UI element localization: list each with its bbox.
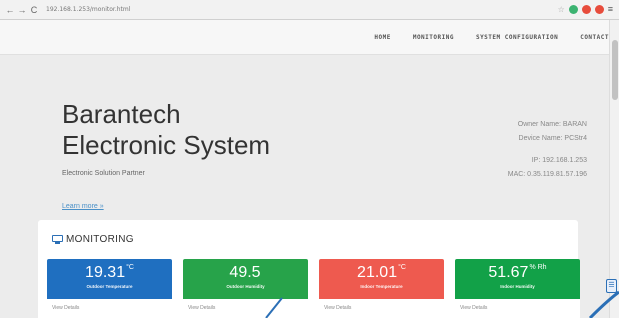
browser-menu-icon[interactable]: ≡ [608,4,613,14]
monitoring-title: MONITORING [66,234,134,245]
outdoor-humidity-card: 49.5 Outdoor Humidity View Details [183,259,308,318]
card-value: 49.5 [229,264,261,281]
outdoor-temperature-card: 19.31°C Outdoor Temperature View Details [47,259,172,318]
hero-section: Barantech Electronic System Electronic S… [0,55,619,225]
feedback-icon[interactable]: ☰ [606,279,617,293]
card-header: 19.31°C Outdoor Temperature [47,259,172,299]
extension-green-icon[interactable] [568,4,578,14]
tagline: Electronic Solution Partner [62,170,145,177]
card-value: 51.67 [488,264,529,281]
vertical-scrollbar[interactable] [609,20,619,318]
card-label: Outdoor Humidity [226,284,265,289]
indoor-temperature-card: 21.01°C Indoor Temperature View Details [319,259,444,318]
nav-home[interactable]: HOME [374,34,390,41]
card-unit: °C [126,264,134,271]
owner-name: Owner Name: BARAN [517,121,587,128]
ip-address: IP: 192.168.1.253 [531,157,587,164]
view-details-link[interactable]: View Details [319,299,444,318]
forward-button[interactable]: → [16,4,28,16]
nav-monitoring[interactable]: MONITORING [413,34,454,41]
extension-red-icon[interactable] [581,4,591,14]
indoor-humidity-card: 51.67% Rh Indoor Humidity View Details [455,259,580,318]
monitor-icon [52,235,63,244]
card-label: Indoor Temperature [360,284,403,289]
scrollbar-thumb[interactable] [612,40,618,100]
back-button[interactable]: ← [4,4,16,16]
card-value: 19.31 [85,264,126,281]
card-unit: % Rh [529,264,547,271]
card-unit: °C [398,264,406,271]
address-bar[interactable]: 192.168.1.253/monitor.html [46,6,130,13]
bookmark-star-icon[interactable]: ☆ [558,5,565,14]
reload-button[interactable]: C [28,4,40,16]
browser-toolbar: ← → C 192.168.1.253/monitor.html ☆ ≡ [0,0,619,20]
card-label: Outdoor Temperature [86,284,133,289]
learn-more-link[interactable]: Learn more » [62,203,104,210]
device-name: Device Name: PCStr4 [518,135,587,142]
brand-title-line2: Electronic System [62,130,271,160]
card-value: 21.01 [357,264,398,281]
monitoring-panel: MONITORING 19.31°C Outdoor Temperature V… [38,220,580,318]
card-header: 51.67% Rh Indoor Humidity [455,259,580,299]
card-header: 21.01°C Indoor Temperature [319,259,444,299]
top-navigation: HOME MONITORING SYSTEM CONFIGURATION CON… [0,20,619,55]
monitoring-heading: MONITORING [52,234,134,245]
page-content: HOME MONITORING SYSTEM CONFIGURATION CON… [0,20,619,318]
brand-title-line1: Barantech [62,99,181,129]
sensor-cards: 19.31°C Outdoor Temperature View Details… [47,259,580,318]
brand-title: Barantech Electronic System [62,99,270,161]
extension-red-icon-2[interactable] [594,4,604,14]
mac-address: MAC: 0.35.119.81.57.196 [507,171,587,178]
view-details-link[interactable]: View Details [455,299,580,318]
browser-extensions: ☆ ≡ [558,4,613,14]
view-details-link[interactable]: View Details [183,299,308,318]
card-header: 49.5 Outdoor Humidity [183,259,308,299]
nav-system-configuration[interactable]: SYSTEM CONFIGURATION [476,34,558,41]
device-info: Owner Name: BARAN Device Name: PCStr4 IP… [508,118,587,182]
card-label: Indoor Humidity [500,284,535,289]
view-details-link[interactable]: View Details [47,299,172,318]
nav-contact[interactable]: CONTACT [580,34,609,41]
